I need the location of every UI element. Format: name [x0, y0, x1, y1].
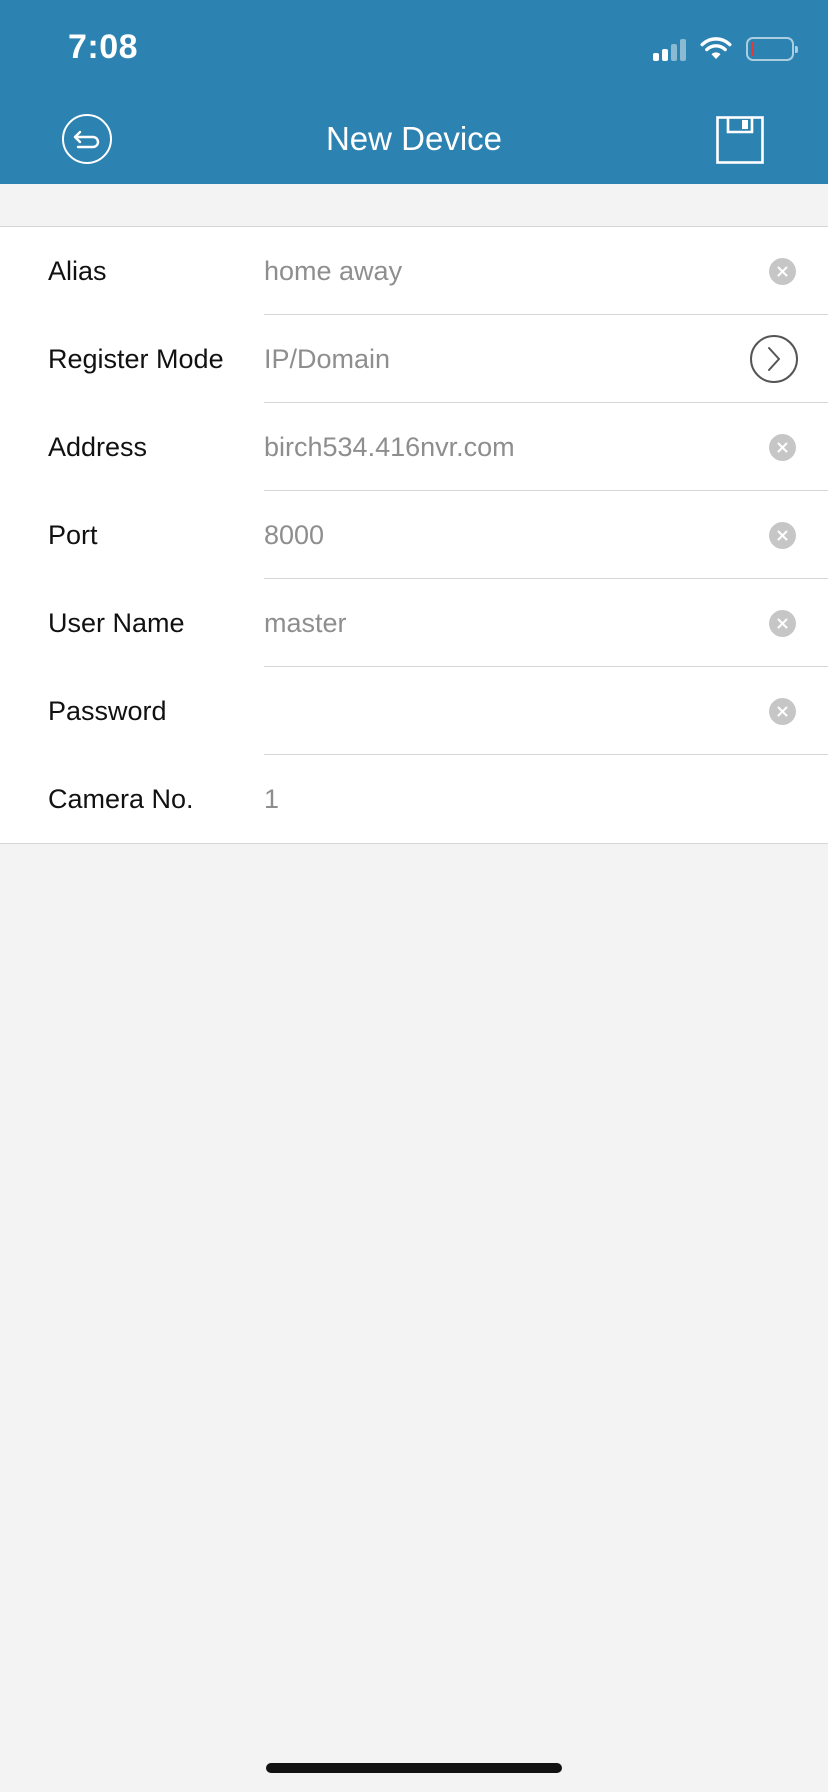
battery-level [751, 42, 754, 56]
status-indicators [653, 34, 798, 64]
save-button[interactable] [716, 116, 764, 164]
camera-no-row: Camera No. 1 [0, 755, 828, 843]
clear-icon [777, 442, 788, 453]
clear-icon [777, 706, 788, 717]
status-time: 7:08 [68, 28, 139, 66]
user-name-clear-button[interactable] [769, 610, 796, 637]
camera-no-label: Camera No. [48, 784, 194, 814]
register-mode-row[interactable]: Register Mode IP/Domain [0, 315, 828, 403]
clear-icon [777, 618, 788, 629]
password-label: Password [48, 696, 167, 726]
battery-icon [746, 37, 798, 61]
port-label: Port [48, 520, 98, 550]
alias-label: Alias [48, 256, 107, 286]
cellular-signal-icon [653, 37, 686, 61]
address-clear-button[interactable] [769, 434, 796, 461]
home-indicator[interactable] [266, 1763, 562, 1773]
port-row: Port 8000 [0, 491, 828, 579]
user-name-label: User Name [48, 608, 185, 638]
wifi-icon [700, 37, 732, 59]
alias-input[interactable]: home away [264, 227, 402, 315]
clear-icon [777, 266, 788, 277]
register-mode-label: Register Mode [48, 344, 224, 374]
register-mode-value[interactable]: IP/Domain [264, 315, 390, 403]
user-name-row: User Name master [0, 579, 828, 667]
register-mode-select-button[interactable] [750, 335, 798, 383]
address-input[interactable]: birch534.416nvr.com [264, 403, 515, 491]
alias-clear-button[interactable] [769, 258, 796, 285]
port-clear-button[interactable] [769, 522, 796, 549]
address-label: Address [48, 432, 148, 462]
clear-icon [777, 530, 788, 541]
user-name-input[interactable]: master [264, 579, 347, 667]
password-row: Password [0, 667, 828, 755]
navigation-header: 7:08 New Device [0, 0, 828, 184]
chevron-right-icon [768, 347, 780, 371]
alias-row: Alias home away [0, 227, 828, 315]
floppy-disk-icon [716, 116, 764, 164]
port-input[interactable]: 8000 [264, 491, 324, 579]
page-title: New Device [325, 120, 503, 157]
address-row: Address birch534.416nvr.com [0, 403, 828, 491]
device-form: Alias home away Register Mode IP/Domain … [0, 226, 828, 844]
camera-no-value: 1 [264, 784, 280, 814]
password-clear-button[interactable] [769, 698, 796, 725]
